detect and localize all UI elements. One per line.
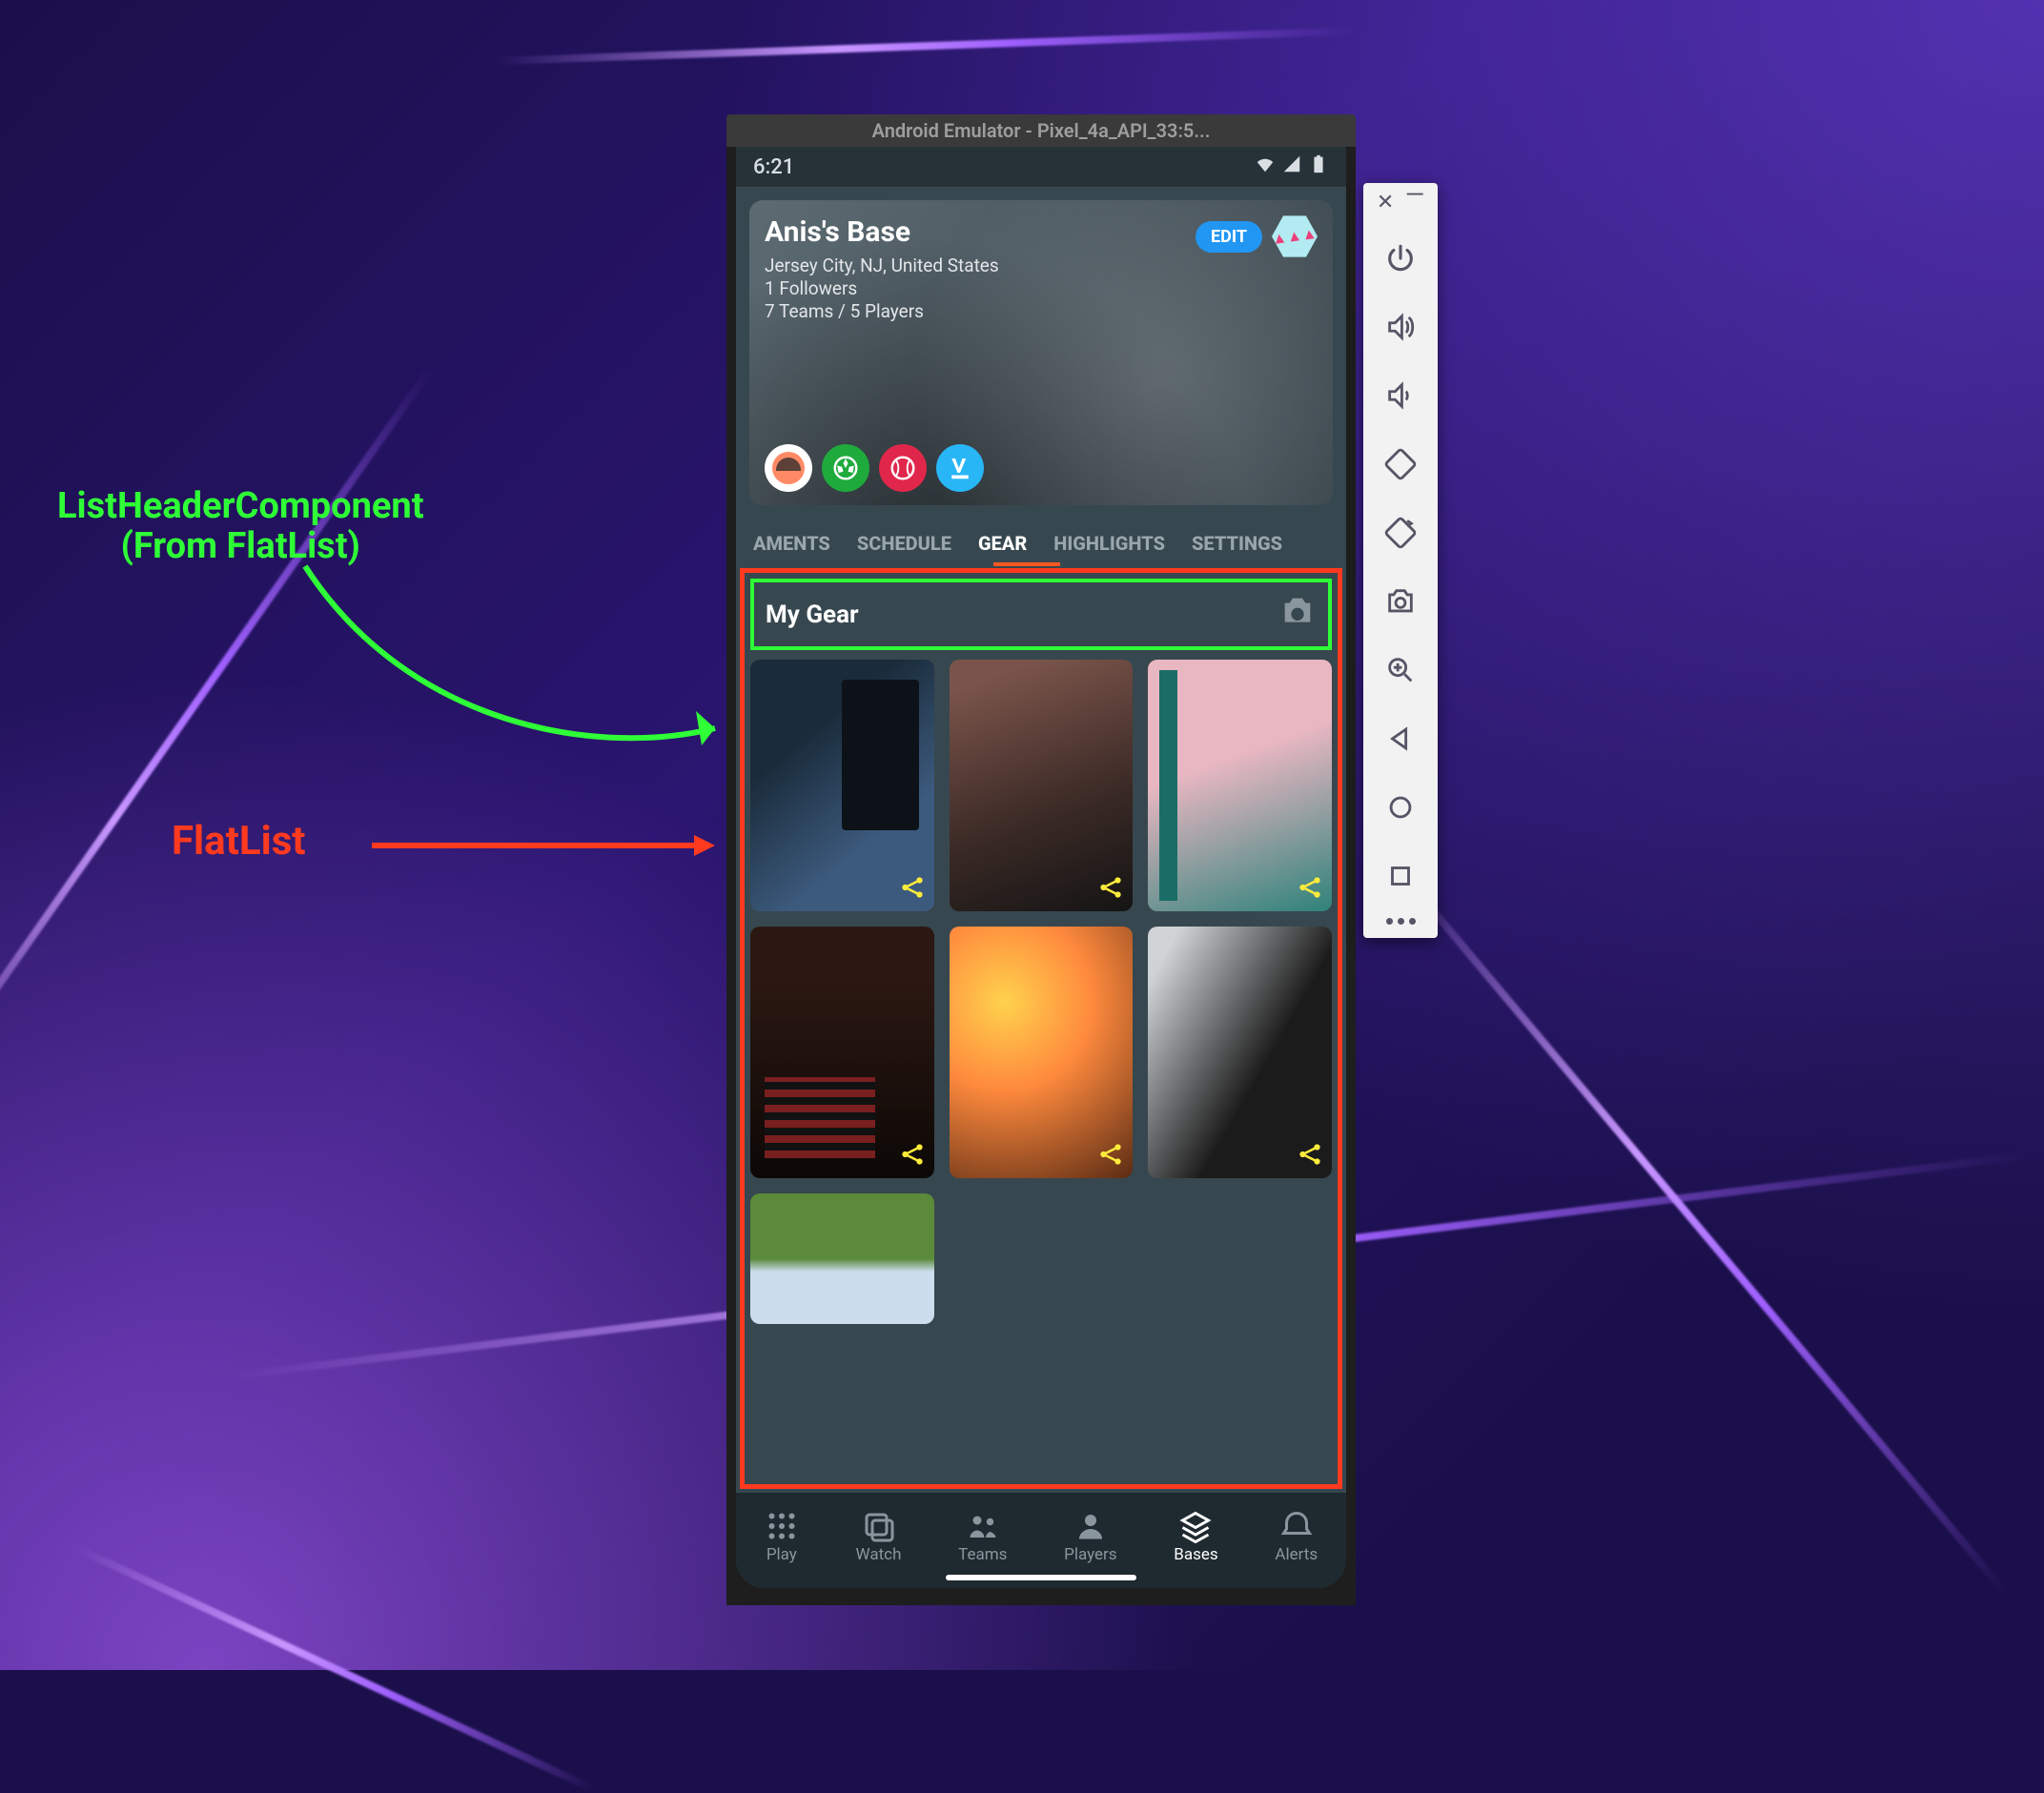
gear-item[interactable]: [750, 927, 934, 1178]
emulator-side-panel: ✕ —: [1363, 183, 1438, 938]
edit-button[interactable]: EDIT: [1196, 221, 1262, 253]
tab-tournaments[interactable]: AMENTS: [740, 520, 844, 566]
rotate-right-icon[interactable]: [1363, 499, 1438, 567]
camera-screenshot-icon[interactable]: [1363, 567, 1438, 636]
profile-teams-players: 7 Teams / 5 Players: [765, 300, 1318, 323]
tab-schedule[interactable]: SCHEDULE: [844, 520, 965, 566]
gear-item[interactable]: [1148, 660, 1332, 911]
list-header-component: My Gear: [750, 579, 1332, 650]
device-frame: 6:21 Anis's Base Jersey City, NJ, United…: [726, 147, 1356, 1605]
sport-soccer-icon[interactable]: [822, 444, 869, 492]
nav-watch[interactable]: Watch: [856, 1509, 902, 1564]
rotate-left-icon[interactable]: [1363, 430, 1438, 499]
zoom-icon[interactable]: [1363, 636, 1438, 704]
gear-item[interactable]: [1148, 927, 1332, 1178]
share-icon[interactable]: [1096, 873, 1125, 906]
share-icon[interactable]: [1296, 1140, 1324, 1172]
status-time: 6:21: [753, 155, 794, 179]
profile-followers: 1 Followers: [765, 277, 1318, 300]
tab-underline: [993, 562, 1060, 566]
share-icon[interactable]: [1096, 1140, 1125, 1172]
home-indicator[interactable]: [946, 1575, 1136, 1580]
list-header-title: My Gear: [766, 601, 859, 629]
share-icon[interactable]: [898, 1140, 927, 1172]
bottom-tab-bar: Play Watch Teams Players Bases Alerts: [736, 1493, 1346, 1588]
avatar-icon[interactable]: [765, 444, 812, 492]
tab-gear[interactable]: GEAR: [965, 520, 1040, 566]
status-bar: 6:21: [736, 147, 1346, 187]
more-icon[interactable]: [1386, 918, 1416, 925]
profile-tabs: AMENTS SCHEDULE GEAR HIGHLIGHTS SETTINGS: [736, 515, 1346, 566]
signal-icon: [1281, 153, 1302, 180]
nav-alerts[interactable]: Alerts: [1275, 1509, 1318, 1564]
panel-close-icon[interactable]: ✕: [1377, 191, 1394, 214]
volume-up-icon[interactable]: [1363, 293, 1438, 361]
annotation-flatlist: FlatList: [172, 818, 305, 865]
device-screen: 6:21 Anis's Base Jersey City, NJ, United…: [736, 147, 1346, 1588]
overview-square-icon[interactable]: [1363, 842, 1438, 910]
sport-hockey-icon[interactable]: [936, 444, 984, 492]
annotation-arrow-red: [372, 835, 715, 856]
profile-card: Anis's Base Jersey City, NJ, United Stat…: [749, 200, 1333, 505]
nav-play[interactable]: Play: [765, 1509, 799, 1564]
annotation-listheader: ListHeaderComponent (From FlatList): [57, 486, 424, 566]
nav-bases[interactable]: Bases: [1174, 1509, 1217, 1564]
power-icon[interactable]: [1363, 224, 1438, 293]
share-icon[interactable]: [898, 873, 927, 906]
volume-down-icon[interactable]: [1363, 361, 1438, 430]
back-triangle-icon[interactable]: [1363, 704, 1438, 773]
gear-item[interactable]: [750, 1193, 934, 1325]
camera-icon[interactable]: [1278, 592, 1317, 637]
annotation-arrow-green: [238, 557, 763, 785]
sport-baseball-icon[interactable]: [879, 444, 927, 492]
base-hexagon-icon[interactable]: ▲▲▲: [1272, 214, 1318, 259]
gear-item[interactable]: [950, 927, 1134, 1178]
home-circle-icon[interactable]: [1363, 773, 1438, 842]
gear-grid[interactable]: [745, 656, 1338, 1484]
panel-minimize-icon[interactable]: —: [1405, 191, 1424, 214]
nav-teams[interactable]: Teams: [958, 1509, 1007, 1564]
nav-players[interactable]: Players: [1064, 1509, 1116, 1564]
gear-item[interactable]: [950, 660, 1134, 911]
wifi-icon: [1255, 153, 1276, 180]
gear-item[interactable]: [750, 660, 934, 911]
emulator-titlebar: Android Emulator - Pixel_4a_API_33:5...: [726, 114, 1356, 147]
tab-settings[interactable]: SETTINGS: [1178, 520, 1296, 566]
tab-highlights[interactable]: HIGHLIGHTS: [1040, 520, 1178, 566]
flatlist-region: My Gear: [740, 568, 1342, 1489]
emulator-window: Android Emulator - Pixel_4a_API_33:5... …: [726, 114, 1356, 1605]
battery-icon: [1308, 153, 1329, 180]
share-icon[interactable]: [1296, 873, 1324, 906]
